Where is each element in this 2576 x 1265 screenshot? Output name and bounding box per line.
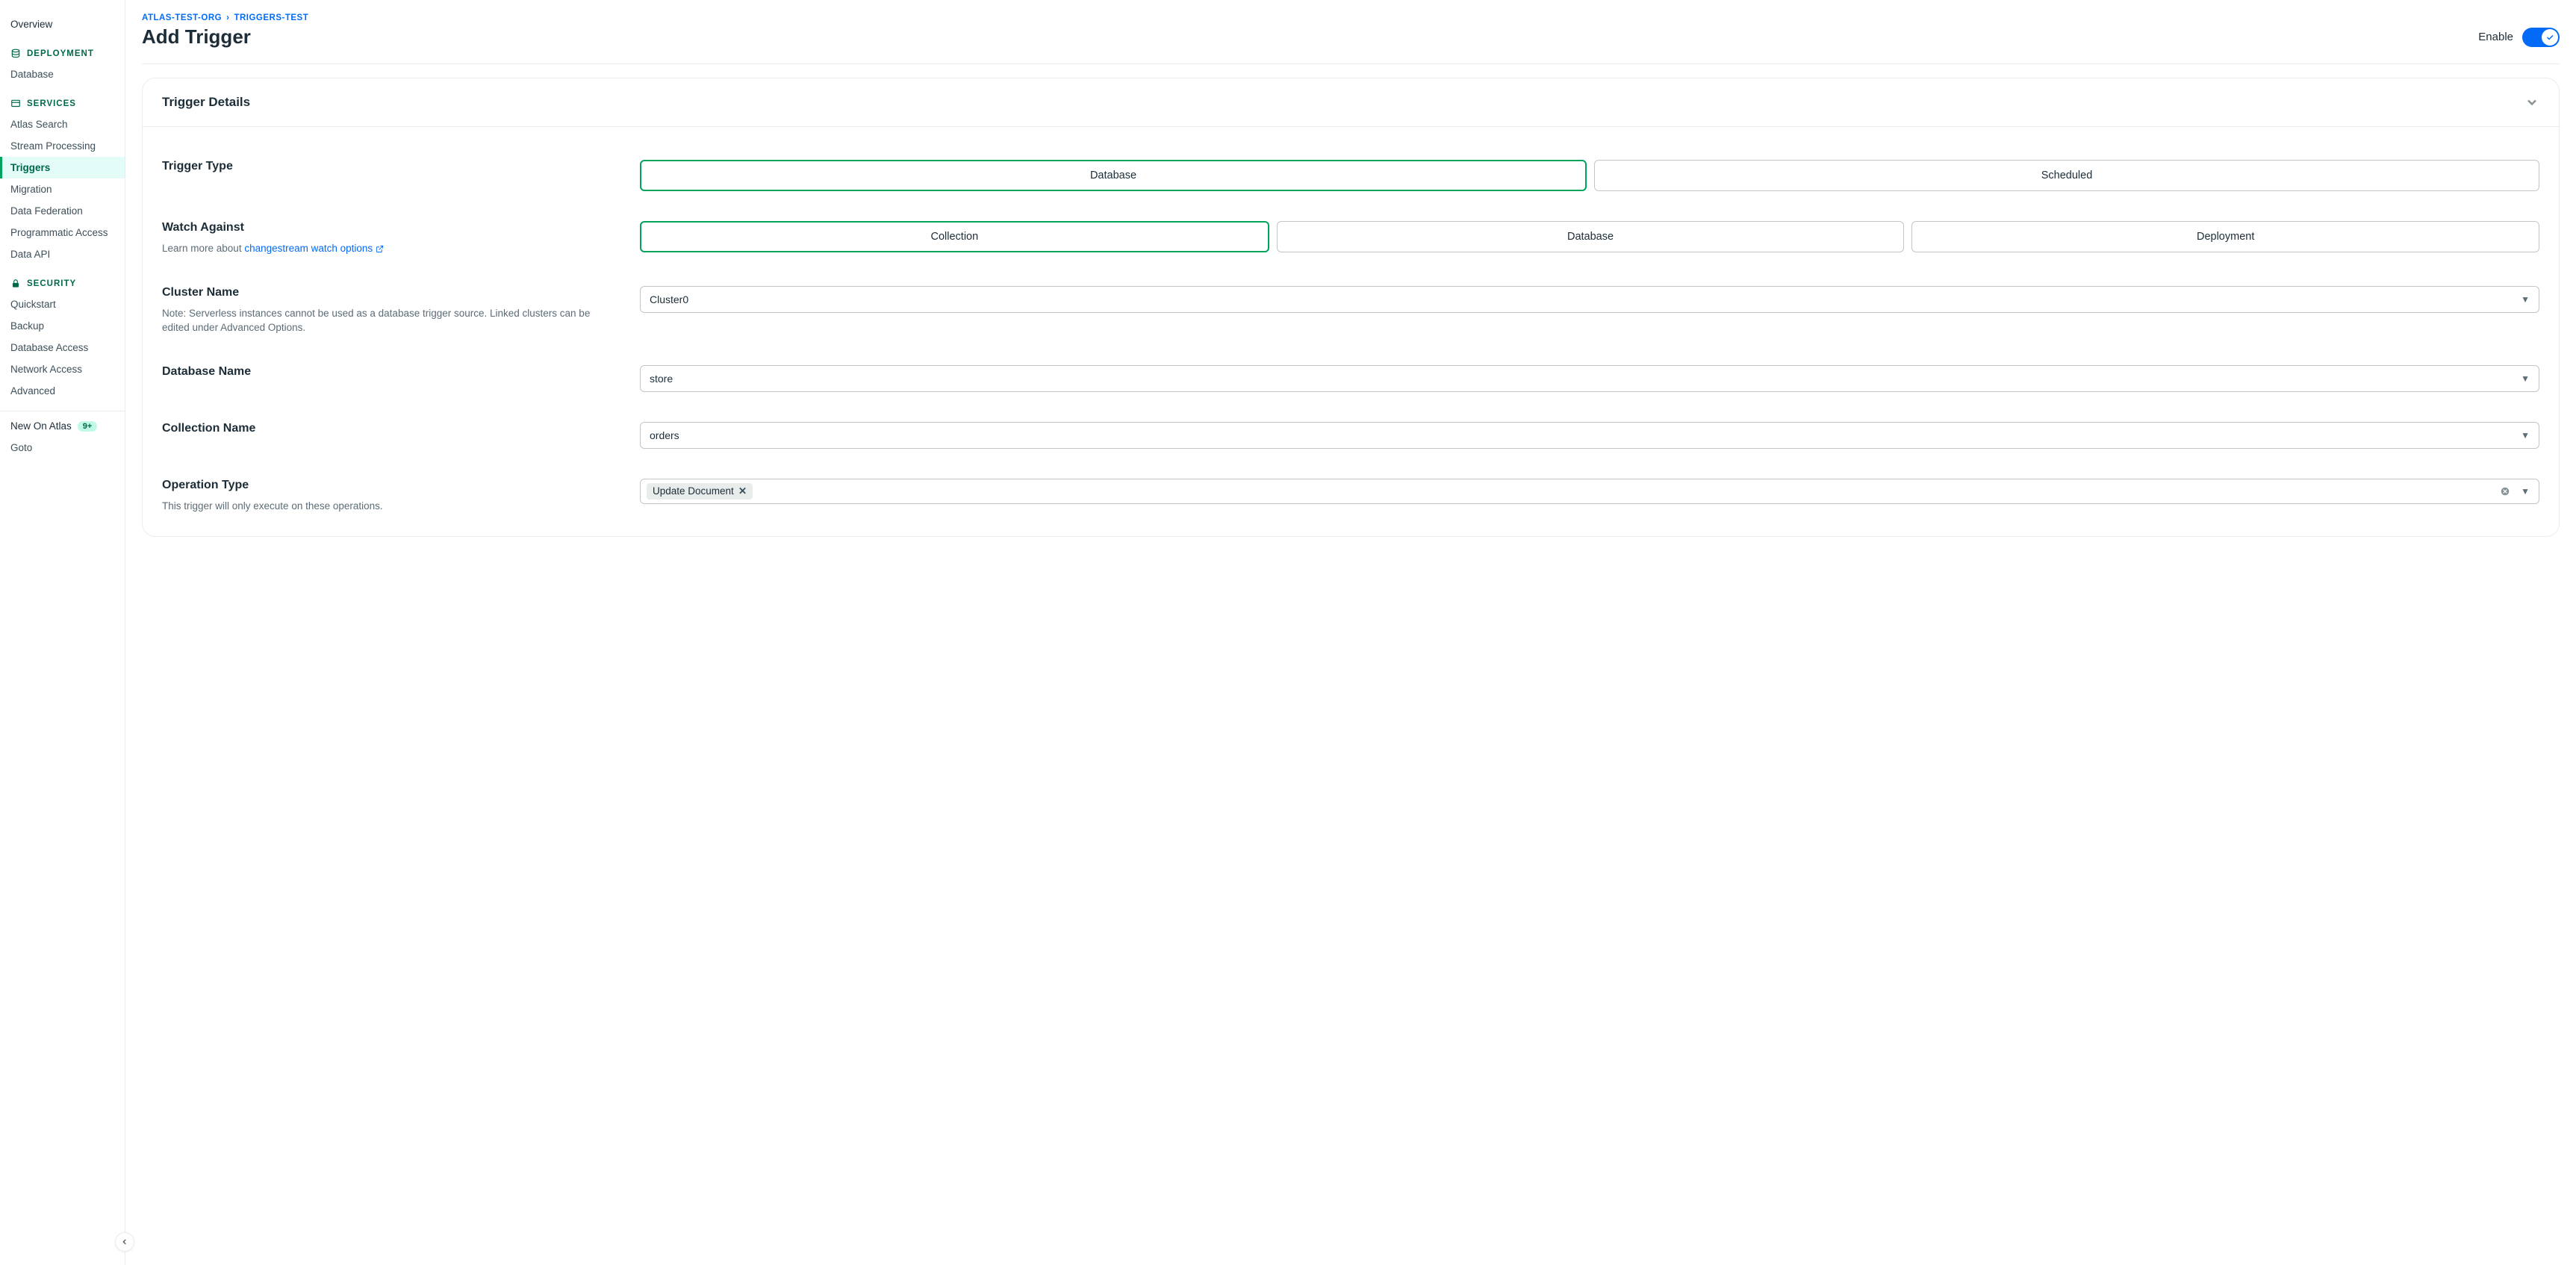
database-stack-icon (10, 49, 21, 59)
trigger-type-option-scheduled[interactable]: Scheduled (1594, 160, 2539, 191)
sidebar-section-services: SERVICES (0, 85, 125, 114)
select-database-name[interactable]: store ▼ (640, 365, 2539, 392)
sidebar-item-stream-processing[interactable]: Stream Processing (0, 135, 125, 157)
sidebar-item-database[interactable]: Database (0, 63, 125, 85)
trigger-details-card: Trigger Details Trigger Type Database Sc… (142, 78, 2560, 537)
sidebar-item-goto[interactable]: Goto (0, 437, 125, 459)
link-changestream-options[interactable]: changestream watch options (244, 243, 384, 254)
trigger-type-group: Database Scheduled (640, 160, 2539, 191)
select-collection-value: orders (650, 429, 679, 441)
sidebar-item-quickstart[interactable]: Quickstart (0, 293, 125, 315)
label-database-name: Database Name (162, 365, 610, 379)
row-cluster-name: Cluster Name Note: Serverless instances … (162, 271, 2539, 350)
breadcrumb: ATLAS-TEST-ORG › TRIGGERS-TEST (142, 13, 2560, 22)
row-trigger-type: Trigger Type Database Scheduled (162, 145, 2539, 206)
page-title: Add Trigger (142, 25, 251, 49)
select-cluster-name[interactable]: Cluster0 ▼ (640, 286, 2539, 313)
help-operation-type: This trigger will only execute on these … (162, 500, 610, 514)
chevron-down-icon (2524, 95, 2539, 110)
row-database-name: Database Name store ▼ (162, 350, 2539, 407)
sidebar-item-programmatic-access[interactable]: Programmatic Access (0, 222, 125, 243)
sidebar-item-triggers[interactable]: Triggers (0, 157, 125, 178)
help-watch-against: Learn more about changestream watch opti… (162, 242, 610, 256)
sidebar-item-new-on-atlas[interactable]: New On Atlas 9+ (0, 411, 125, 437)
sidebar-item-atlas-search[interactable]: Atlas Search (0, 114, 125, 135)
card-header[interactable]: Trigger Details (143, 78, 2559, 127)
caret-down-icon[interactable]: ▼ (2518, 486, 2533, 497)
sidebar-item-migration[interactable]: Migration (0, 178, 125, 200)
sidebar-item-overview[interactable]: Overview (0, 13, 125, 35)
help-cluster-name: Note: Serverless instances cannot be use… (162, 307, 610, 335)
label-cluster-name: Cluster Name (162, 286, 610, 299)
enable-toggle[interactable] (2522, 28, 2560, 47)
external-link-icon (376, 245, 384, 253)
label-watch-against: Watch Against (162, 221, 610, 234)
breadcrumb-separator: › (226, 13, 229, 22)
watch-against-group: Collection Database Deployment (640, 221, 2539, 252)
caret-down-icon: ▼ (2521, 294, 2530, 305)
lock-icon (10, 279, 21, 289)
watch-against-option-collection[interactable]: Collection (640, 221, 1269, 252)
sidebar-item-data-api[interactable]: Data API (0, 243, 125, 265)
multiselect-operation-type[interactable]: Update Document ✕ ▼ (640, 479, 2539, 504)
breadcrumb-project[interactable]: TRIGGERS-TEST (234, 13, 308, 22)
caret-down-icon: ▼ (2521, 373, 2530, 384)
trigger-type-option-database[interactable]: Database (640, 160, 1587, 191)
chip-update-document: Update Document ✕ (647, 483, 753, 500)
sidebar: Overview DEPLOYMENT Database SERVICES At… (0, 0, 125, 1265)
chip-remove-icon[interactable]: ✕ (738, 485, 747, 497)
card-body: Trigger Type Database Scheduled Watch Ag… (143, 127, 2559, 536)
caret-down-icon: ▼ (2521, 430, 2530, 441)
sidebar-section-security: SECURITY (0, 265, 125, 293)
enable-label: Enable (2478, 31, 2513, 43)
enable-control: Enable (2478, 28, 2560, 47)
sidebar-item-advanced[interactable]: Advanced (0, 380, 125, 402)
sidebar-item-backup[interactable]: Backup (0, 315, 125, 337)
new-badge: 9+ (78, 421, 98, 432)
row-operation-type: Operation Type This trigger will only ex… (162, 464, 2539, 529)
label-trigger-type: Trigger Type (162, 160, 610, 173)
card-title: Trigger Details (162, 95, 250, 110)
sidebar-item-network-access[interactable]: Network Access (0, 358, 125, 380)
services-icon (10, 99, 21, 109)
page-header: Add Trigger Enable (142, 25, 2560, 64)
toggle-knob (2542, 29, 2558, 46)
sidebar-item-database-access[interactable]: Database Access (0, 337, 125, 358)
select-collection-name[interactable]: orders ▼ (640, 422, 2539, 449)
sidebar-section-deployment: DEPLOYMENT (0, 35, 125, 63)
main-content: ATLAS-TEST-ORG › TRIGGERS-TEST Add Trigg… (125, 0, 2576, 1265)
row-collection-name: Collection Name orders ▼ (162, 407, 2539, 464)
label-collection-name: Collection Name (162, 422, 610, 435)
watch-against-option-database[interactable]: Database (1277, 221, 1905, 252)
sidebar-item-data-federation[interactable]: Data Federation (0, 200, 125, 222)
breadcrumb-org[interactable]: ATLAS-TEST-ORG (142, 13, 222, 22)
watch-against-option-deployment[interactable]: Deployment (1911, 221, 2539, 252)
row-watch-against: Watch Against Learn more about changestr… (162, 206, 2539, 271)
label-operation-type: Operation Type (162, 479, 610, 492)
select-cluster-value: Cluster0 (650, 293, 688, 305)
sidebar-collapse-button[interactable] (115, 1232, 134, 1252)
select-database-value: store (650, 373, 673, 385)
clear-all-icon[interactable] (2500, 486, 2510, 497)
